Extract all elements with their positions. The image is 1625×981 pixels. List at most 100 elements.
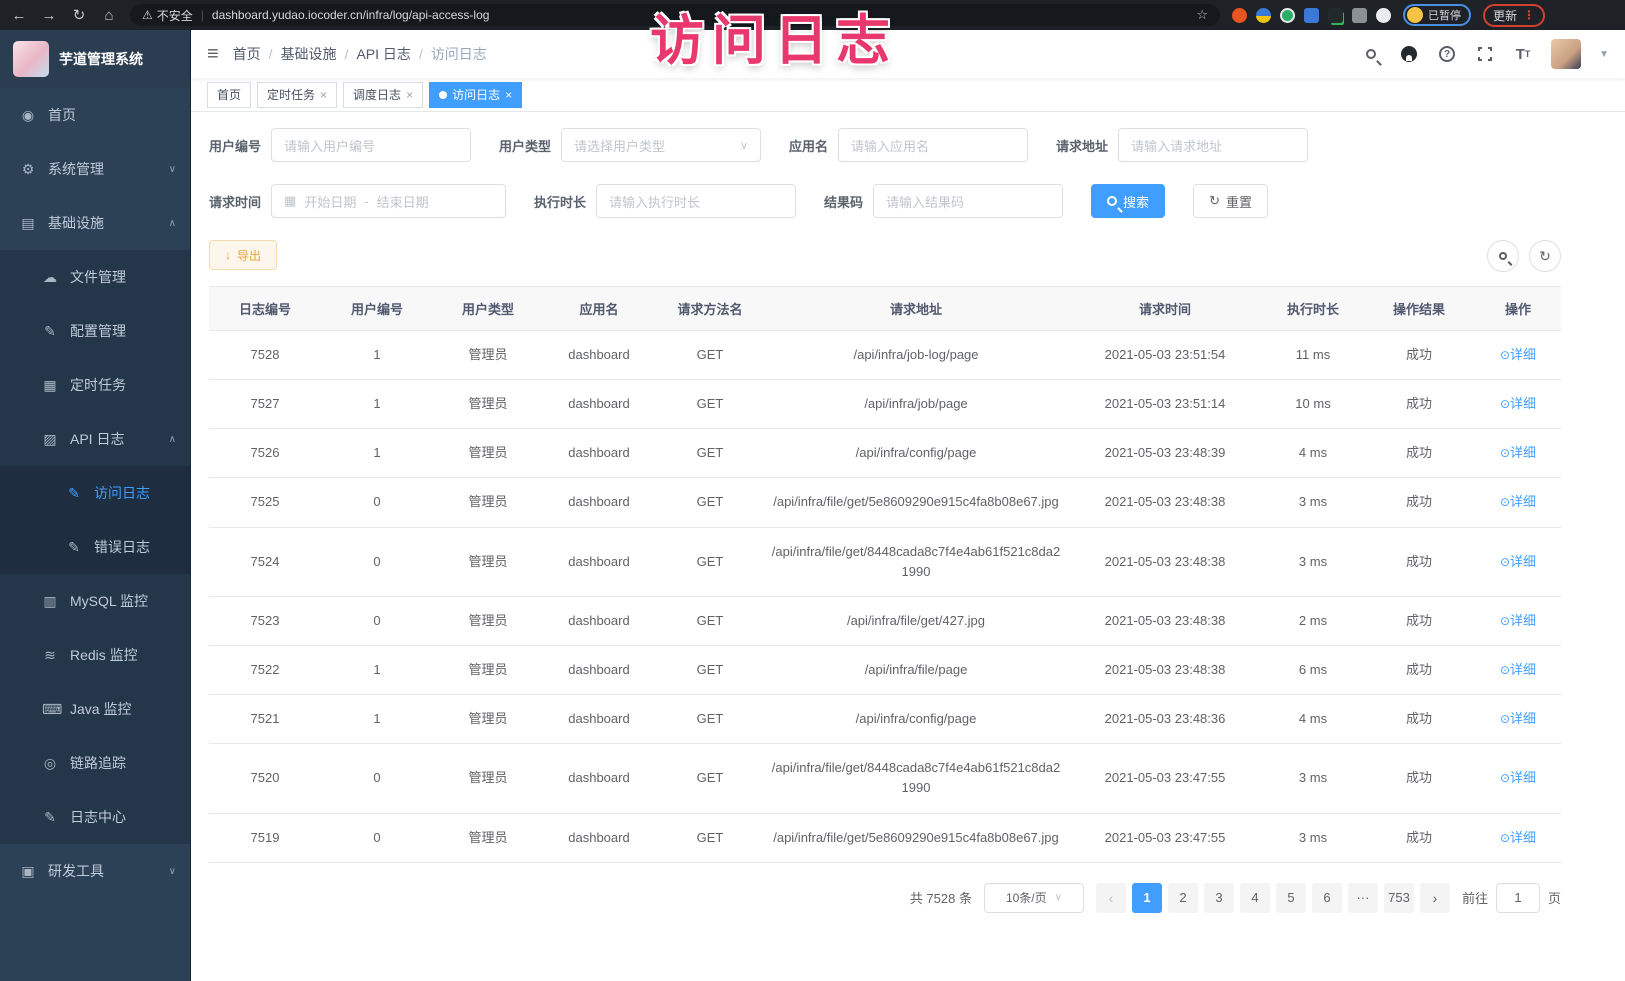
page-button-753[interactable]: 753	[1384, 883, 1414, 913]
sidebar-item-1[interactable]: ⚙系统管理∨	[0, 142, 190, 196]
duration-input[interactable]: 请输入执行时长	[596, 184, 796, 218]
sidebar-item-label: 系统管理	[48, 159, 157, 179]
forward-icon[interactable]: →	[40, 7, 58, 24]
user-avatar[interactable]	[1551, 39, 1581, 69]
font-size-icon[interactable]: TT	[1513, 44, 1533, 64]
detail-link[interactable]: ⊙详细	[1500, 613, 1536, 628]
detail-link[interactable]: ⊙详细	[1500, 662, 1536, 677]
sidebar-item-10[interactable]: ≋Redis 监控	[0, 628, 190, 682]
extension-icon[interactable]	[1376, 8, 1391, 23]
breadcrumb-item[interactable]: API 日志	[356, 44, 410, 64]
cell-id: 7519	[209, 813, 321, 862]
detail-link[interactable]: ⊙详细	[1500, 347, 1536, 362]
address-bar[interactable]: ⚠不安全 | dashboard.yudao.iocoder.cn/infra/…	[130, 4, 1220, 26]
page-button-1[interactable]: 1	[1132, 883, 1162, 913]
page-buttons: ‹ 123456···753 ›	[1096, 883, 1450, 913]
page-button-4[interactable]: 4	[1240, 883, 1270, 913]
sidebar-item-label: 首页	[48, 105, 176, 125]
sidebar-item-9[interactable]: ▥MySQL 监控	[0, 574, 190, 628]
sidebar-item-12[interactable]: ◎链路追踪	[0, 736, 190, 790]
next-page-button[interactable]: ›	[1420, 883, 1450, 913]
extension-icon[interactable]	[1232, 8, 1247, 23]
cell-action: ⊙详细	[1475, 380, 1561, 429]
cell-user_type: 管理员	[433, 429, 543, 478]
sidebar-item-8[interactable]: ✎错误日志	[0, 520, 190, 574]
page-ellipsis[interactable]: ···	[1348, 883, 1378, 913]
breadcrumb-item[interactable]: 基础设施	[281, 44, 337, 64]
fullscreen-icon[interactable]	[1475, 44, 1495, 64]
chevron-down-icon[interactable]: ▼	[1599, 49, 1609, 60]
reset-button[interactable]: ↻重置	[1193, 184, 1268, 218]
prev-page-button[interactable]: ‹	[1096, 883, 1126, 913]
extension-icon[interactable]	[1280, 8, 1295, 23]
close-icon[interactable]: ×	[505, 88, 512, 102]
extension-icon[interactable]	[1328, 8, 1343, 23]
close-icon[interactable]: ×	[406, 88, 413, 102]
export-button[interactable]: ↓导出	[209, 240, 277, 270]
sidebar-item-2[interactable]: ▤基础设施∧	[0, 196, 190, 250]
page-button-6[interactable]: 6	[1312, 883, 1342, 913]
result-code-input[interactable]: 请输入结果码	[873, 184, 1063, 218]
sidebar-item-0[interactable]: ◉首页	[0, 88, 190, 142]
app-logo-row[interactable]: 芋道管理系统	[0, 30, 190, 88]
url-text[interactable]: dashboard.yudao.iocoder.cn/infra/log/api…	[212, 8, 1188, 22]
back-icon[interactable]: ←	[10, 7, 28, 24]
detail-link[interactable]: ⊙详细	[1500, 711, 1536, 726]
sidebar-item-6[interactable]: ▨API 日志∧	[0, 412, 190, 466]
sidebar-item-14[interactable]: ▣研发工具∨	[0, 844, 190, 898]
detail-link[interactable]: ⊙详细	[1500, 494, 1536, 509]
sidebar-item-5[interactable]: ▦定时任务	[0, 358, 190, 412]
file-manage-icon: ☁	[42, 269, 58, 286]
tools-icon: ▣	[20, 863, 36, 880]
request-url-input[interactable]: 请输入请求地址	[1118, 128, 1308, 162]
sidebar-item-4[interactable]: ✎配置管理	[0, 304, 190, 358]
goto-page-input[interactable]	[1496, 883, 1540, 913]
github-icon[interactable]	[1399, 44, 1419, 64]
sidebar-item-label: 日志中心	[70, 807, 176, 827]
cell-app: dashboard	[543, 478, 655, 527]
user-id-input[interactable]: 请输入用户编号	[271, 128, 471, 162]
page-size-select[interactable]: 10条/页 ∨	[984, 883, 1084, 913]
extension-icon[interactable]	[1256, 8, 1271, 23]
sidebar-item-11[interactable]: ⌨Java 监控	[0, 682, 190, 736]
page-button-3[interactable]: 3	[1204, 883, 1234, 913]
toggle-search-button[interactable]	[1487, 240, 1519, 272]
detail-link[interactable]: ⊙详细	[1500, 396, 1536, 411]
security-badge[interactable]: ⚠不安全	[142, 7, 193, 24]
refresh-table-button[interactable]: ↻	[1529, 240, 1561, 272]
help-icon[interactable]: ?	[1437, 44, 1457, 64]
reload-icon[interactable]: ↻	[70, 6, 88, 24]
browser-profile-chip[interactable]: 已暂停	[1403, 4, 1471, 26]
search-icon[interactable]	[1361, 44, 1381, 64]
filter-label: 结果码	[824, 192, 863, 211]
hamburger-icon[interactable]: ≡	[207, 43, 219, 66]
tab-0[interactable]: 首页	[207, 82, 251, 108]
browser-menu-kebab-icon[interactable]: ⋮	[1523, 8, 1535, 22]
extension-icon[interactable]	[1304, 8, 1319, 23]
search-button[interactable]: 搜索	[1091, 184, 1165, 218]
sidebar-item-3[interactable]: ☁文件管理	[0, 250, 190, 304]
cell-user_id: 1	[321, 429, 433, 478]
tab-1[interactable]: 定时任务×	[257, 82, 337, 108]
tab-2[interactable]: 调度日志×	[343, 82, 423, 108]
sidebar-item-7[interactable]: ✎访问日志	[0, 466, 190, 520]
date-range-picker[interactable]: ▦ 开始日期 - 结束日期	[271, 184, 506, 218]
sidebar-item-13[interactable]: ✎日志中心	[0, 790, 190, 844]
cell-url: /api/infra/file/get/427.jpg	[765, 596, 1067, 645]
user-type-select[interactable]: 请选择用户类型∨	[561, 128, 761, 162]
browser-update-button[interactable]: 更新 ⋮	[1483, 4, 1545, 27]
detail-link[interactable]: ⊙详细	[1500, 445, 1536, 460]
detail-link[interactable]: ⊙详细	[1500, 830, 1536, 845]
tab-3[interactable]: 访问日志×	[429, 82, 522, 108]
page-button-2[interactable]: 2	[1168, 883, 1198, 913]
app-name-input[interactable]: 请输入应用名	[838, 128, 1028, 162]
page-button-5[interactable]: 5	[1276, 883, 1306, 913]
breadcrumb-item[interactable]: 首页	[233, 44, 261, 64]
close-icon[interactable]: ×	[320, 88, 327, 102]
detail-link[interactable]: ⊙详细	[1500, 770, 1536, 785]
cell-action: ⊙详细	[1475, 645, 1561, 694]
bookmark-star-icon[interactable]: ☆	[1196, 7, 1208, 23]
home-icon[interactable]: ⌂	[100, 7, 118, 24]
extension-icon[interactable]	[1352, 8, 1367, 23]
detail-link[interactable]: ⊙详细	[1500, 554, 1536, 569]
